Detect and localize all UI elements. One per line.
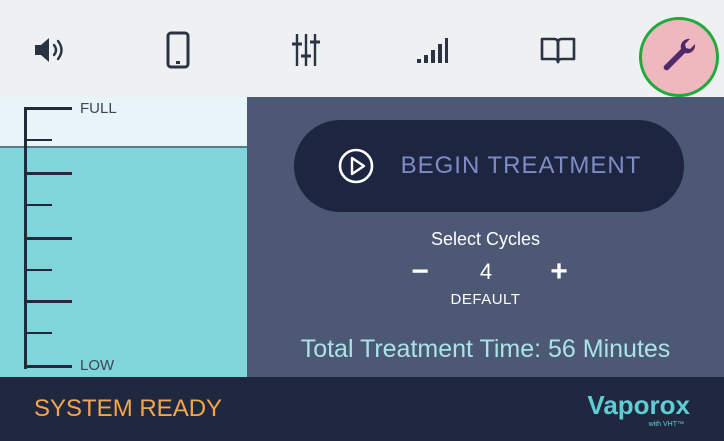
low-label: LOW bbox=[80, 357, 115, 374]
default-label: DEFAULT bbox=[450, 291, 521, 308]
water-level-fill bbox=[0, 147, 247, 377]
gauge-tick bbox=[24, 332, 52, 334]
select-cycles-label: Select Cycles bbox=[430, 229, 541, 249]
system-status: SYSTEM READY bbox=[34, 395, 223, 422]
gauge-tick bbox=[24, 237, 72, 240]
brand-logo: Vaporox bbox=[587, 390, 690, 420]
settings-wrench-button[interactable] bbox=[639, 17, 719, 97]
cycles-value: 4 bbox=[479, 259, 493, 284]
play-icon bbox=[337, 147, 375, 185]
gauge-tick bbox=[24, 204, 52, 206]
book-icon[interactable] bbox=[538, 30, 578, 70]
wrench-icon bbox=[660, 36, 698, 79]
gauge-tick bbox=[24, 300, 72, 303]
water-level-line bbox=[0, 146, 247, 148]
gauge-tick bbox=[24, 172, 72, 175]
gauge-tick bbox=[24, 107, 72, 110]
cycles-stepper: − 4 + bbox=[247, 257, 724, 291]
increment-cycles-button[interactable]: + bbox=[544, 257, 574, 287]
status-bar: SYSTEM READY Vaporox with VHT™ bbox=[0, 377, 724, 441]
decrement-cycles-button[interactable]: − bbox=[405, 257, 435, 287]
gauge-tick bbox=[24, 139, 52, 141]
begin-treatment-label: BEGIN TREATMENT bbox=[400, 152, 642, 179]
phone-icon[interactable] bbox=[158, 30, 198, 70]
treatment-panel: BEGIN TREATMENT Select Cycles − 4 + DEFA… bbox=[247, 97, 724, 377]
signal-icon[interactable] bbox=[412, 30, 452, 70]
begin-treatment-button[interactable]: BEGIN TREATMENT bbox=[294, 120, 684, 212]
gauge-tick bbox=[24, 269, 52, 271]
speaker-icon[interactable] bbox=[32, 30, 72, 70]
total-treatment-time: Total Treatment Time: 56 Minutes bbox=[300, 335, 671, 363]
gauge-tick bbox=[24, 365, 72, 368]
full-label: FULL bbox=[80, 100, 117, 117]
brand-subtitle: with VHT™ bbox=[648, 421, 684, 428]
water-tank-gauge: FULL LOW bbox=[0, 97, 247, 377]
top-nav-bar bbox=[0, 0, 724, 97]
sliders-icon[interactable] bbox=[286, 30, 326, 70]
